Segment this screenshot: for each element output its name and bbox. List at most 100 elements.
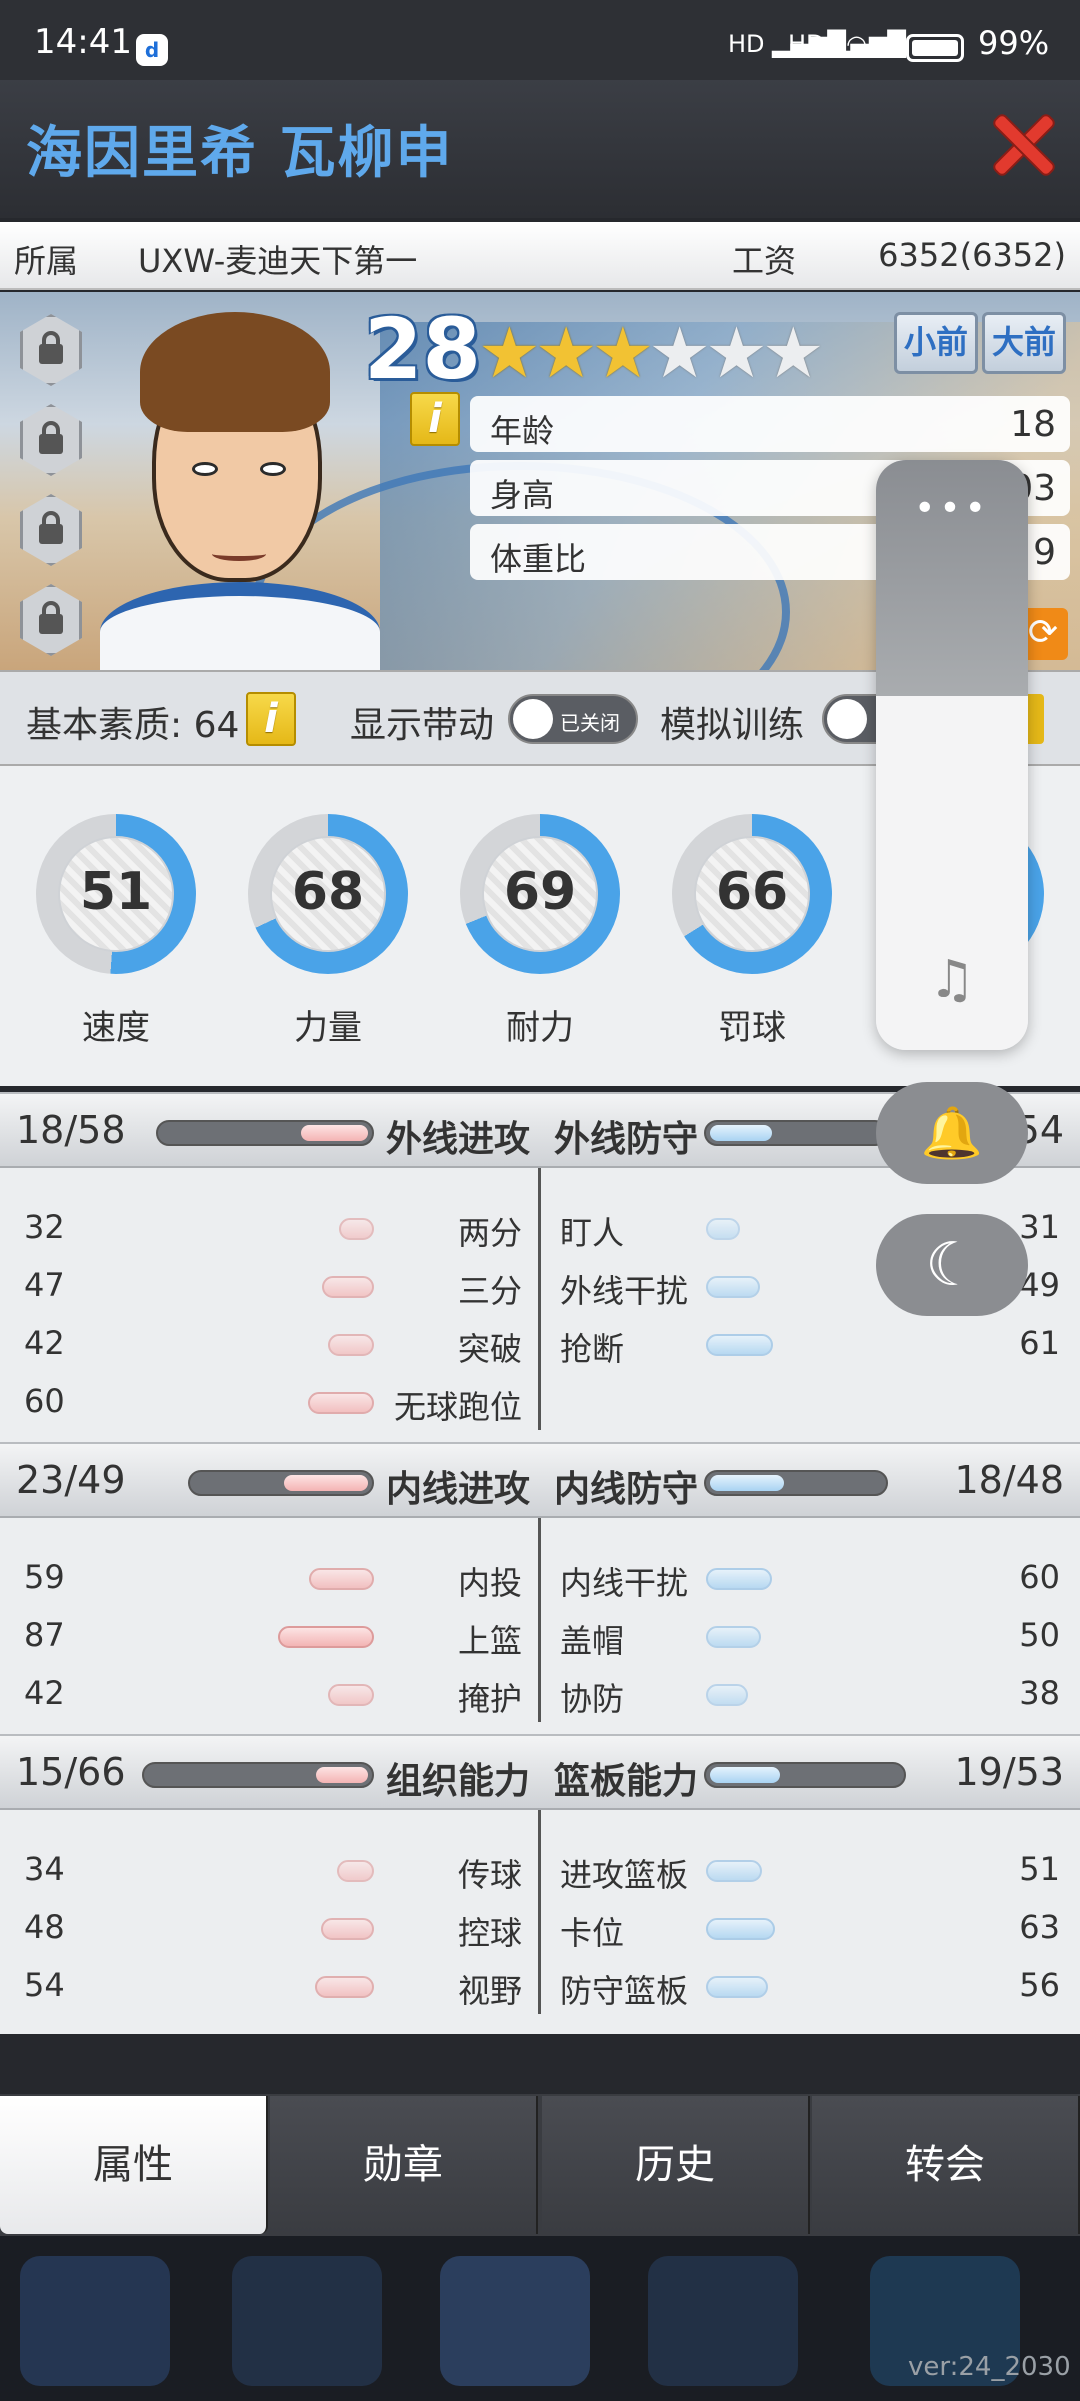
more-icon[interactable]: •••: [876, 488, 1028, 529]
close-icon[interactable]: [992, 114, 1052, 174]
section-right-title: 外线防守: [554, 1119, 699, 1160]
right-stat-bar: [706, 1860, 762, 1882]
section-left-count: 23/49: [16, 1458, 126, 1502]
section-left-bar: [188, 1470, 374, 1496]
info-icon[interactable]: i: [410, 392, 460, 446]
moon-icon[interactable]: ☾: [876, 1214, 1028, 1316]
money-nav-icon[interactable]: [232, 2256, 382, 2386]
right-stat-bar: [706, 1334, 773, 1356]
gauge-label: 速度: [82, 1008, 150, 1048]
left-stat-bar: [328, 1334, 374, 1356]
team-nav-icon[interactable]: [440, 2256, 590, 2386]
bar-fill: [301, 1125, 368, 1141]
section-right-count: 19/53: [954, 1750, 1064, 1794]
bar-fill: [284, 1475, 368, 1491]
section-body: 59 内投 内线干扰 60 87 上篮 盖帽 50 42 掩护 协防 38: [0, 1518, 1080, 1742]
lock-icon[interactable]: [20, 404, 82, 476]
stat-gauge: 69 耐力: [460, 814, 620, 1048]
left-stat-value: 48: [24, 1908, 65, 1946]
left-stat-value: 32: [24, 1208, 65, 1246]
left-stat-bar: [321, 1918, 374, 1940]
toggle-text: 已关闭: [560, 711, 620, 735]
lock-icon[interactable]: [20, 314, 82, 386]
section-left-count: 18/58: [16, 1108, 126, 1152]
salary-label: 工资: [732, 242, 797, 280]
chat-nav-icon[interactable]: [648, 2256, 798, 2386]
tab-medals[interactable]: 勋章: [270, 2096, 538, 2234]
toggle-knob: [827, 699, 867, 739]
right-stat-bar: [706, 1626, 761, 1648]
lock-icon[interactable]: [20, 584, 82, 656]
show-boost-label: 显示带动: [350, 705, 495, 746]
basic-quality-label: 基本素质: 64: [26, 705, 240, 746]
stat-row: 42 突破 抢断 61: [0, 1314, 1080, 1372]
status-bar: 14:41 d HD ▂▄▆█ HD ▂▄▆█ ◠ 99%: [0, 0, 1080, 80]
floating-volume-panel[interactable]: ••• ♫: [876, 460, 1028, 1050]
info-icon[interactable]: i: [246, 692, 296, 746]
attr-label: 体重比: [490, 540, 587, 578]
left-stat-value: 42: [24, 1324, 65, 1362]
section-left-bar: [142, 1762, 374, 1788]
star-filled-icon: ★: [534, 312, 598, 394]
left-stat-bar: [278, 1626, 374, 1648]
left-stat-value: 60: [24, 1382, 65, 1420]
bar-fill: [710, 1767, 780, 1783]
star-nav-icon[interactable]: [20, 2256, 170, 2386]
section-right-bar: [704, 1470, 888, 1496]
tab-history[interactable]: 历史: [542, 2096, 810, 2234]
toggle-knob: [513, 699, 553, 739]
right-stat-label: 盯人: [560, 1214, 625, 1252]
left-stat-label: 内投: [457, 1564, 522, 1602]
tab-attributes[interactable]: 属性: [0, 2096, 268, 2234]
overall-rating: 28: [364, 300, 481, 398]
right-stat-label: 外线干扰: [560, 1272, 689, 1310]
left-stat-bar: [315, 1976, 374, 1998]
right-stat-bar: [706, 1568, 772, 1590]
stat-gauge: 68 力量: [248, 814, 408, 1048]
avatar-mouth: [212, 547, 266, 561]
left-stat-value: 59: [24, 1558, 65, 1596]
position-small-forward[interactable]: 小前: [894, 312, 978, 374]
attr-label: 身高: [490, 476, 555, 514]
battery-percent: 99%: [978, 24, 1050, 62]
gauge-value: 68: [291, 862, 365, 922]
stat-gauge: 51 速度: [36, 814, 196, 1048]
stat-row: 42 掩护 协防 38: [0, 1664, 1080, 1722]
lock-icon[interactable]: [20, 494, 82, 566]
left-stat-label: 传球: [457, 1856, 522, 1894]
right-stat-value: 56: [1019, 1966, 1060, 2004]
bell-icon[interactable]: 🔔: [876, 1082, 1028, 1184]
left-stat-label: 上篮: [457, 1622, 522, 1660]
section-body: 34 传球 进攻篮板 51 48 控球 卡位 63 54 视野 防守篮板 56: [0, 1810, 1080, 2034]
right-stat-label: 盖帽: [560, 1622, 625, 1660]
attr-value: 18: [1010, 404, 1056, 445]
left-stat-bar: [309, 1568, 374, 1590]
show-boost-toggle[interactable]: 已关闭: [508, 694, 638, 744]
left-stat-value: 87: [24, 1616, 65, 1654]
left-stat-label: 三分: [457, 1272, 522, 1310]
bar-fill: [710, 1475, 784, 1491]
star-empty-icon: ★: [705, 312, 768, 394]
left-stat-label: 视野: [457, 1972, 522, 2010]
stat-row: 34 传球 进攻篮板 51: [0, 1840, 1080, 1898]
tab-transfer[interactable]: 转会: [812, 2096, 1080, 2234]
attr-age: 年龄 18: [470, 396, 1070, 452]
right-stat-value: 60: [1019, 1558, 1060, 1596]
section-left-count: 15/66: [16, 1750, 126, 1794]
stat-gauge: 66 罚球: [672, 814, 832, 1048]
team-label: 所属: [14, 242, 79, 280]
bar-fill: [316, 1767, 368, 1783]
star-empty-icon: ★: [648, 312, 711, 394]
right-stat-label: 内线干扰: [560, 1564, 689, 1602]
avatar-eye: [260, 462, 286, 476]
left-stat-bar: [322, 1276, 374, 1298]
page-title: 海因里希 瓦柳申: [26, 121, 454, 186]
position-power-forward[interactable]: 大前: [982, 312, 1066, 374]
section-right-bar: [704, 1762, 906, 1788]
right-stat-label: 进攻篮板: [560, 1856, 689, 1894]
stat-row: 87 上篮 盖帽 50: [0, 1606, 1080, 1664]
section-left-title: 内线进攻: [385, 1469, 530, 1510]
right-stat-label: 抢断: [560, 1330, 625, 1368]
gauge-label: 耐力: [506, 1008, 574, 1048]
left-stat-label: 无球跑位: [393, 1388, 522, 1426]
